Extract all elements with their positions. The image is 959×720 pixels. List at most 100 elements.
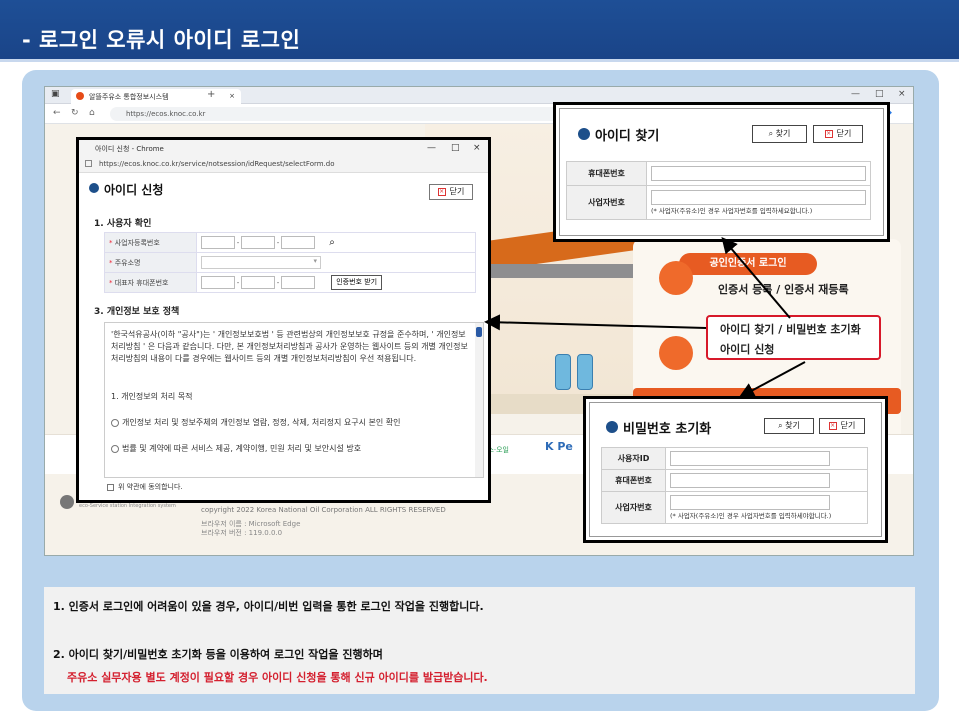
find-button[interactable]: ⌕ 찾기 — [752, 125, 807, 143]
copyright-text: copyright 2022 Korea National Oil Corpor… — [201, 506, 446, 514]
popup-close-icon[interactable]: × — [473, 143, 481, 153]
scrollbar[interactable] — [475, 323, 483, 477]
find-label: 찾기 — [785, 421, 800, 430]
certificate-icon — [659, 261, 693, 295]
field-label: 사업자번호 — [601, 491, 666, 524]
close-label: 닫기 — [840, 421, 856, 430]
cert-register-link[interactable]: 인증서 등록 / 인증서 재등록 — [718, 281, 849, 297]
find-reset-link[interactable]: 아이디 찾기 / 비밀번호 초기화 — [720, 320, 879, 340]
field-label: 휴대폰번호 — [566, 161, 647, 186]
search-icon[interactable]: ⌕ — [329, 237, 335, 248]
field-label: 사업자번호 — [566, 185, 647, 220]
close-x-icon: × — [824, 129, 833, 138]
note-line-1: 1. 인증서 로그인에 어려움이 있을 경우, 아이디/비번 입력을 통한 로그… — [53, 600, 484, 613]
popup-titlebar: 아이디 신청 - Chrome — □ × — [79, 140, 488, 156]
highlight-box: 아이디 찾기 / 비밀번호 초기화 아이디 신청 — [706, 315, 881, 360]
phone-input[interactable] — [670, 473, 830, 488]
scroll-thumb[interactable] — [476, 327, 482, 337]
popup-heading: 비밀번호 초기화 — [606, 418, 711, 437]
form-row: * 주유소명 — [104, 252, 476, 273]
slide-title: - 로그인 오류시 아이디 로그인 — [22, 28, 301, 52]
user-confirm-form: * 사업자등록번호 -- ⌕ * 주유소명 * 대표자 휴대폰번호 -- 인증번… — [104, 232, 476, 293]
home-icon[interactable]: ⌂ — [89, 108, 95, 118]
close-label: 닫기 — [836, 129, 852, 138]
minimize-icon[interactable]: — — [851, 89, 860, 99]
browser-name: 브라우저 이름 : Microsoft Edge — [201, 520, 301, 528]
find-form: 휴대폰번호 사업자번호 (* 사업자(주유소)인 경우 사업자번호를 입력하세요… — [566, 161, 871, 220]
new-tab-icon[interactable]: + — [207, 89, 215, 100]
find-label: 찾기 — [775, 129, 791, 138]
heading-bullet-icon — [89, 183, 99, 193]
browser-info: 브라우저 이름 : Microsoft Edge 브라우저 버전 : 119.0… — [201, 520, 300, 538]
note-line-2: 2. 아이디 찾기/비밀번호 초기화 등을 이용하여 로그인 작업을 진행하며 — [53, 648, 383, 661]
popup-maximize-icon[interactable]: □ — [451, 143, 460, 153]
phone-input-3[interactable] — [281, 276, 315, 289]
find-button[interactable]: ⌕ 찾기 — [764, 418, 814, 434]
browser-tab[interactable]: 알뜰주유소 통합정보시스템 × — [71, 89, 241, 104]
close-button[interactable]: × 닫기 — [819, 418, 865, 434]
slide-header: - 로그인 오류시 아이디 로그인 — [0, 0, 959, 62]
field-label: 휴대폰번호 — [601, 469, 666, 492]
form-row: * 사업자등록번호 -- ⌕ — [104, 232, 476, 253]
browser-version: 브라우저 버전 : 119.0.0.0 — [201, 529, 283, 537]
auth-code-button[interactable]: 인증번호 받기 — [331, 275, 383, 290]
partner-logo: K Pe — [545, 440, 573, 453]
privacy-radio-item: 개인정보 처리 및 정보주체의 개인정보 열람, 정정, 삭제, 처리정지 요구… — [111, 417, 473, 429]
fuel-pump — [577, 354, 593, 390]
close-button[interactable]: × 닫기 — [429, 184, 473, 200]
field-label: * 대표자 휴대폰번호 — [104, 272, 197, 293]
site-favicon-icon — [76, 92, 84, 100]
fuel-pump — [555, 354, 571, 390]
back-icon[interactable]: ← — [53, 108, 61, 118]
bizno-input-2[interactable] — [241, 236, 275, 249]
cert-login-button[interactable]: 공인인증서 로그인 — [679, 253, 817, 275]
bizno-input[interactable] — [651, 190, 866, 205]
search-icon: ⌕ — [768, 129, 774, 138]
radio-icon[interactable] — [111, 444, 119, 453]
section-user-confirm: 1. 사용자 확인 — [94, 219, 152, 229]
window-close-icon[interactable]: × — [898, 89, 906, 99]
site-info-icon[interactable] — [85, 160, 92, 167]
search-icon: ⌕ — [778, 421, 783, 430]
close-label: 닫기 — [449, 187, 465, 196]
reset-form: 사용자ID 휴대폰번호 사업자번호 (* 사업자(주유소)인 경우 사업자번호를… — [601, 447, 868, 524]
maximize-icon[interactable]: □ — [875, 89, 884, 99]
station-name-select[interactable] — [201, 256, 321, 269]
bizno-input[interactable] — [670, 495, 830, 510]
form-row: 사용자ID — [601, 447, 868, 470]
popup-heading-text: 아이디 찾기 — [595, 129, 660, 144]
agree-label: 위 약관에 동의합니다. — [118, 483, 183, 491]
phone-input[interactable] — [651, 166, 866, 181]
phone-input-2[interactable] — [241, 276, 275, 289]
popup-body: 아이디 신청 × 닫기 1. 사용자 확인 * 사업자등록번호 -- ⌕ * 주유… — [89, 176, 484, 498]
bizno-input-3[interactable] — [281, 236, 315, 249]
footer-system-name: eco-Service station Integration system — [79, 503, 176, 509]
bizno-input-1[interactable] — [201, 236, 235, 249]
popup-heading: 아이디 신청 — [89, 181, 163, 198]
form-row: * 대표자 휴대폰번호 -- 인증번호 받기 — [104, 272, 476, 293]
refresh-icon[interactable]: ↻ — [71, 108, 79, 118]
heading-bullet-icon — [606, 421, 618, 433]
form-row: 휴대폰번호 — [601, 469, 868, 492]
heading-bullet-icon — [578, 128, 590, 140]
window-menu-icon[interactable]: ▣ — [51, 89, 60, 99]
form-row: 휴대폰번호 — [566, 161, 871, 186]
radio-icon[interactable] — [111, 418, 119, 427]
footer-logo-icon — [60, 495, 74, 509]
bizno-hint: (* 사업자(주유소)인 경우 사업자번호를 입력하세요합니다.) — [651, 207, 813, 215]
phone-input-1[interactable] — [201, 276, 235, 289]
id-find-popup: 아이디 찾기 ⌕ 찾기 × 닫기 휴대폰번호 사업자번호 (* 사업자(주유소)인… — [553, 102, 890, 242]
user-id-input[interactable] — [670, 451, 830, 466]
close-button[interactable]: × 닫기 — [813, 125, 863, 143]
agree-checkbox[interactable] — [107, 483, 114, 491]
close-x-icon: × — [437, 187, 446, 196]
popup-minimize-icon[interactable]: — — [427, 143, 436, 153]
popup-url-bar: https://ecos.knoc.co.kr/service/notsessi… — [79, 156, 488, 173]
tab-close-icon[interactable]: × — [229, 92, 235, 100]
form-row: 사업자번호 (* 사업자(주유소)인 경우 사업자번호를 입력하세요합니다.) — [566, 185, 871, 220]
apply-id-link[interactable]: 아이디 신청 — [720, 340, 879, 360]
field-label: 사용자ID — [601, 447, 666, 470]
popup-url: https://ecos.knoc.co.kr/service/notsessi… — [99, 160, 335, 168]
privacy-radio-item: 법률 및 계약에 따른 서비스 제공, 계약이행, 민원 처리 및 보안시설 방… — [111, 443, 473, 455]
form-row: 사업자번호 (* 사업자(주유소)인 경우 사업자번호를 입력하세야합니다.) — [601, 491, 868, 524]
